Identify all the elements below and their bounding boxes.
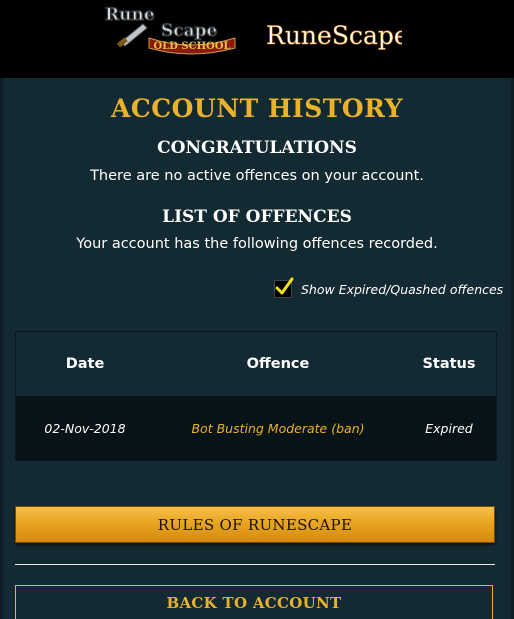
- column-header-offence: Offence: [246, 355, 310, 372]
- offences-text: Your account has the following offences …: [76, 236, 438, 252]
- osrs-logo-subtext: OLD SCHOOL: [154, 41, 231, 52]
- top-banner: [0, 0, 514, 78]
- runescape-logo[interactable]: RuneScape: [262, 12, 409, 56]
- offence-name: Bot Busting Moderate (ban): [191, 420, 365, 436]
- offence-status: Expired: [425, 420, 473, 436]
- show-expired-toggle[interactable]: Show Expired/Quashed offences: [274, 277, 504, 300]
- osrs-logo[interactable]: Rune Scape OLD SCHOOL: [103, 2, 253, 60]
- divider: [15, 564, 495, 565]
- offences-heading: LIST OF OFFENCES: [162, 207, 352, 227]
- column-header-status: Status: [422, 355, 476, 372]
- runescape-logo-text: RuneScape: [266, 21, 402, 50]
- column-header-date: Date: [65, 355, 105, 372]
- svg-text:Rune: Rune: [105, 5, 155, 25]
- table-row: 02-Nov-2018 Bot Busting Moderate (ban) E…: [16, 396, 496, 460]
- rules-of-runescape-button[interactable]: RULES OF RUNESCAPE: [15, 506, 495, 543]
- congrats-text: There are no active offences on your acc…: [90, 168, 424, 184]
- page-title: ACCOUNT HISTORY: [110, 94, 404, 123]
- show-expired-checkbox[interactable]: [274, 277, 294, 298]
- svg-text:Scape: Scape: [161, 21, 218, 41]
- back-to-account-button[interactable]: BACK TO ACCOUNT: [15, 585, 493, 619]
- show-expired-label: Show Expired/Quashed offences: [301, 281, 504, 297]
- congrats-heading: CONGRATULATIONS: [157, 138, 357, 158]
- offence-date: 02-Nov-2018: [44, 420, 126, 436]
- table-header: Date Offence Status: [16, 332, 496, 395]
- checkmark-icon: [275, 277, 294, 295]
- offences-table: Date Offence Status 02-Nov-2018 Bot Bust…: [15, 331, 497, 461]
